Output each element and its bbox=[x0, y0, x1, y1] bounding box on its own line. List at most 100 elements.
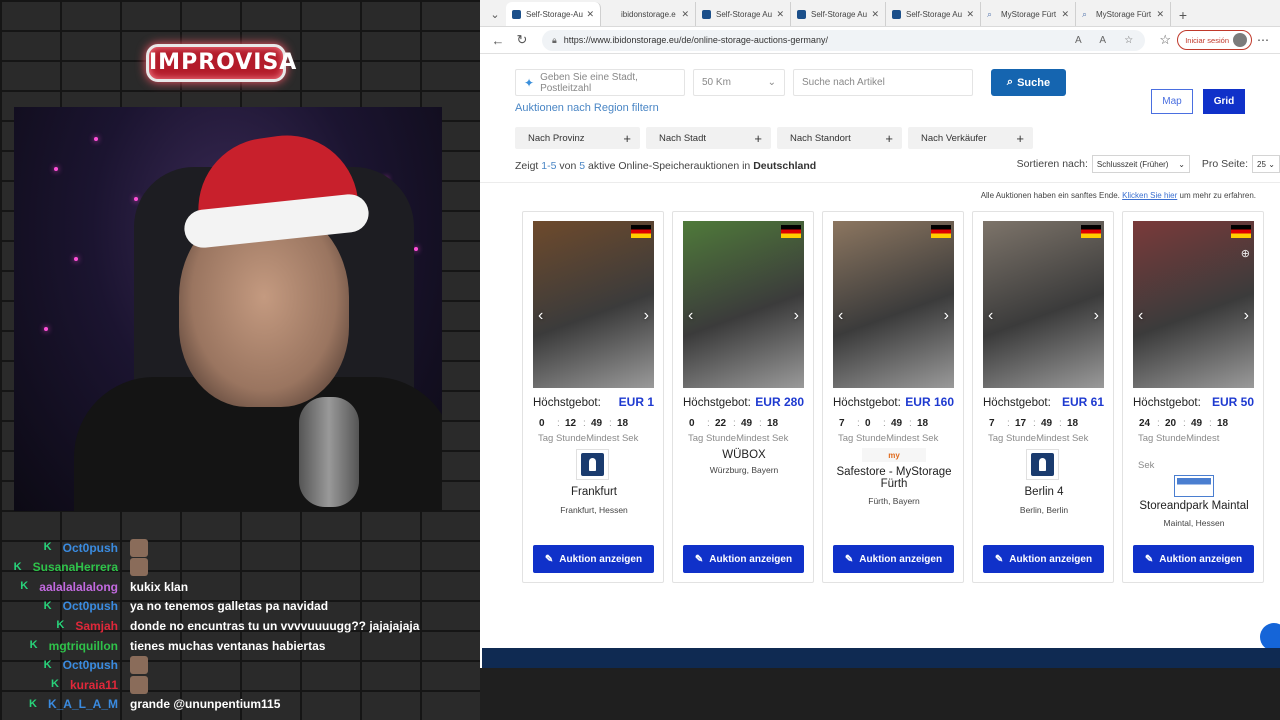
browser-tab[interactable]: ⌕ MyStorage Fürt ✕ bbox=[1076, 2, 1171, 26]
url-field[interactable]: 🔒︎ https://www.ibidonstorage.eu/de/onlin… bbox=[542, 29, 1146, 51]
close-icon[interactable]: ✕ bbox=[1061, 9, 1069, 20]
timer-separator: : bbox=[883, 418, 886, 429]
filter-label: Nach Stadt bbox=[659, 132, 706, 144]
chat-username[interactable]: K_A_L_A_M bbox=[48, 697, 118, 711]
grid-view-button[interactable]: Grid bbox=[1203, 89, 1245, 114]
browser-tab[interactable]: Self-Storage Au ✕ bbox=[886, 2, 981, 26]
new-tab-button[interactable]: + bbox=[1171, 4, 1195, 26]
chat-widget-icon[interactable] bbox=[1260, 623, 1280, 651]
chat-username[interactable]: Oct0push bbox=[63, 541, 118, 555]
address-actions-icons[interactable]: A A ☆ bbox=[1075, 35, 1145, 46]
unit-photo[interactable]: ‹ › bbox=[983, 221, 1104, 388]
chevron-left-icon[interactable]: ‹ bbox=[1138, 307, 1143, 325]
chat-username[interactable]: kuraia11 bbox=[70, 678, 118, 692]
more-icon[interactable]: ⋯ bbox=[1252, 33, 1274, 47]
chevron-right-icon[interactable]: › bbox=[794, 307, 799, 325]
chevron-left-icon[interactable]: ‹ bbox=[538, 307, 543, 325]
timer-m: 49 bbox=[1191, 418, 1203, 429]
chevron-right-icon[interactable]: › bbox=[1244, 307, 1249, 325]
close-icon[interactable]: ✕ bbox=[586, 9, 594, 20]
region-filter-link[interactable]: Auktionen nach Region filtern bbox=[515, 102, 659, 114]
chevron-down-icon: ⌄ bbox=[1178, 159, 1185, 169]
article-search-input[interactable]: Suche nach Artikel bbox=[793, 69, 973, 96]
sign-in-button[interactable]: Iniciar sesión bbox=[1177, 30, 1252, 50]
url-text: https://www.ibidonstorage.eu/de/online-s… bbox=[563, 35, 828, 45]
chevron-right-icon[interactable]: › bbox=[1094, 307, 1099, 325]
moderator-badge-icon: K bbox=[28, 697, 37, 710]
filter-2[interactable]: Nach Stadt + bbox=[646, 127, 771, 149]
chevron-right-icon[interactable]: › bbox=[944, 307, 949, 325]
bid-value: EUR 50 bbox=[1211, 395, 1254, 409]
chat-username[interactable]: Oct0push bbox=[63, 658, 118, 672]
facility-name[interactable]: Berlin 4 bbox=[977, 486, 1111, 498]
reload-icon[interactable]: ↻ bbox=[510, 32, 534, 48]
close-icon[interactable]: ✕ bbox=[681, 9, 689, 20]
chat-username[interactable]: mgtriquillon bbox=[49, 639, 118, 653]
zoom-icon[interactable]: ⊕ bbox=[1241, 247, 1250, 260]
chat-message-body bbox=[130, 538, 148, 557]
view-auction-button[interactable]: ✎ Auktion anzeigen bbox=[833, 545, 954, 573]
soft-note-text: Alle Auktionen haben ein sanftes Ende. bbox=[980, 191, 1120, 200]
facility-location: Frankfurt, Hessen bbox=[560, 505, 628, 515]
timer-s: 18 bbox=[617, 418, 629, 429]
search-row: ✦ Geben Sie eine Stadt, Postleitzahl 50 … bbox=[515, 69, 1066, 96]
browser-tab[interactable]: Self-Storage Au ✕ bbox=[791, 2, 886, 26]
emote-icon bbox=[130, 656, 148, 675]
unit-photo[interactable]: ‹ › bbox=[833, 221, 954, 388]
keyhole-icon bbox=[1031, 453, 1054, 476]
favorites-icon[interactable]: ☆ bbox=[1153, 32, 1177, 48]
close-icon[interactable]: ✕ bbox=[776, 9, 784, 20]
browser-tab[interactable]: Self-Storage Au ✕ bbox=[696, 2, 791, 26]
soft-note-link[interactable]: Klicken Sie hier bbox=[1122, 191, 1177, 200]
chevron-down-icon: ⌄ bbox=[1268, 159, 1275, 169]
tab-actions-icon[interactable]: ⌄ bbox=[484, 4, 506, 26]
close-icon[interactable]: ✕ bbox=[871, 9, 879, 20]
facility-name[interactable]: Safestore - MyStorage Fürth bbox=[827, 466, 961, 490]
browser-tab[interactable]: Self-Storage-Au ✕ bbox=[506, 2, 601, 26]
chevron-right-icon[interactable]: › bbox=[644, 307, 649, 325]
unit-photo[interactable]: ‹ › bbox=[683, 221, 804, 388]
filter-1[interactable]: Nach Provinz + bbox=[515, 127, 640, 149]
chat-username[interactable]: Oct0push bbox=[63, 599, 118, 613]
chat-message-body: kukix klan bbox=[130, 577, 188, 596]
chevron-left-icon[interactable]: ‹ bbox=[988, 307, 993, 325]
view-auction-button[interactable]: ✎ Auktion anzeigen bbox=[983, 545, 1104, 573]
summary-count: 5 bbox=[579, 160, 586, 172]
chat-username[interactable]: aalalalalalong bbox=[39, 580, 118, 594]
timer-separator: : bbox=[857, 418, 860, 429]
timer-d: 0 bbox=[539, 418, 545, 429]
view-auction-button[interactable]: ✎ Auktion anzeigen bbox=[533, 545, 654, 573]
back-icon[interactable]: ← bbox=[486, 33, 510, 48]
emote-icon bbox=[130, 558, 148, 577]
view-auction-button[interactable]: ✎ Auktion anzeigen bbox=[683, 545, 804, 573]
chevron-left-icon[interactable]: ‹ bbox=[838, 307, 843, 325]
filter-3[interactable]: Nach Standort + bbox=[777, 127, 902, 149]
map-view-button[interactable]: Map bbox=[1151, 89, 1193, 114]
unit-photo[interactable]: ‹ › ⊕ bbox=[1133, 221, 1254, 388]
address-bar: ← ↻ 🔒︎ https://www.ibidonstorage.eu/de/o… bbox=[480, 27, 1280, 54]
countdown-timer: 7:0:49:18 bbox=[839, 418, 949, 429]
chat-username[interactable]: SusanaHerrera bbox=[33, 560, 118, 574]
city-search-input[interactable]: ✦ Geben Sie eine Stadt, Postleitzahl bbox=[515, 69, 685, 96]
chevron-left-icon[interactable]: ‹ bbox=[688, 307, 693, 325]
search-button[interactable]: ⌕ Suche bbox=[991, 69, 1066, 96]
chat-username[interactable]: Samjah bbox=[75, 619, 118, 633]
facility-name[interactable]: Frankfurt bbox=[527, 486, 661, 498]
sort-select[interactable]: Schlusszeit (Früher) ⌄ bbox=[1091, 155, 1190, 173]
unit-photo[interactable]: ‹ › bbox=[533, 221, 654, 388]
moderator-badge-icon: K bbox=[43, 599, 52, 612]
chat-message-body bbox=[130, 558, 148, 577]
countdown-timer: 24:20:49:18 bbox=[1139, 418, 1249, 429]
radius-value: 50 Km bbox=[702, 77, 731, 88]
facility-name[interactable]: Storeandpark Maintal bbox=[1127, 500, 1261, 512]
radius-select[interactable]: 50 Km ⌄ bbox=[693, 69, 785, 96]
facility-name[interactable]: WÜBOX bbox=[677, 449, 811, 461]
per-page-select[interactable]: 25 ⌄ bbox=[1252, 155, 1280, 173]
filter-4[interactable]: Nach Verkäufer + bbox=[908, 127, 1033, 149]
view-auction-button[interactable]: ✎ Auktion anzeigen bbox=[1133, 545, 1254, 573]
close-icon[interactable]: ✕ bbox=[966, 9, 974, 20]
timer-s: 18 bbox=[1067, 418, 1079, 429]
browser-tab[interactable]: ⌕ MyStorage Fürt ✕ bbox=[981, 2, 1076, 26]
close-icon[interactable]: ✕ bbox=[1156, 9, 1164, 20]
browser-tab[interactable]: ibidonstorage.e ✕ bbox=[601, 2, 696, 26]
